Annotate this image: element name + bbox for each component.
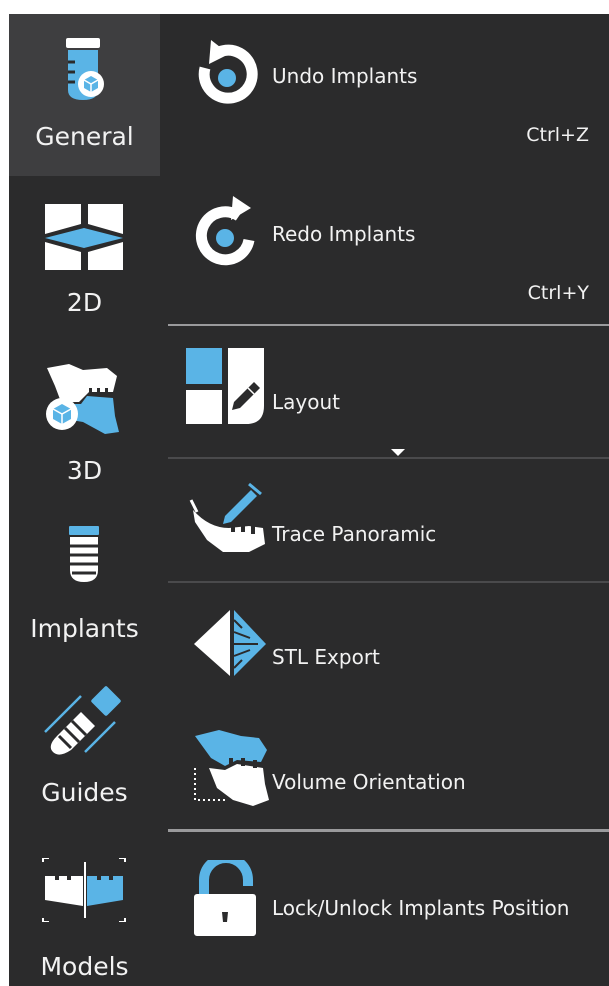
volume-orientation-button[interactable]: Volume Orientation xyxy=(177,706,609,828)
3d-jaw-cube-icon xyxy=(9,362,160,444)
trace-panoramic-button[interactable]: Trace Panoramic xyxy=(177,460,609,580)
stl-export-button[interactable]: STL Export xyxy=(177,586,609,706)
divider xyxy=(168,324,609,326)
nav-label: 2D xyxy=(66,288,103,317)
unlock-icon xyxy=(194,853,260,940)
undo-label: Undo Implants xyxy=(272,64,418,88)
guide-drill-icon xyxy=(9,686,160,768)
nav-item-general[interactable]: General xyxy=(9,14,160,176)
nav-label: General xyxy=(35,122,134,151)
undo-icon xyxy=(191,40,261,114)
redo-shortcut: Ctrl+Y xyxy=(527,282,589,304)
divider xyxy=(168,581,609,583)
divider xyxy=(168,829,609,832)
trace-panoramic-icon xyxy=(189,482,269,562)
nav-item-implants[interactable]: Implants xyxy=(9,500,160,662)
nav-label: Models xyxy=(40,952,129,981)
layout-edit-icon xyxy=(186,348,266,432)
undo-shortcut: Ctrl+Z xyxy=(526,124,589,146)
2d-panels-icon xyxy=(9,204,160,280)
lock-unlock-label: Lock/Unlock Implants Position xyxy=(272,896,570,920)
nav-item-guides[interactable]: Guides xyxy=(9,662,160,824)
layout-label: Layout xyxy=(272,390,340,414)
redo-implants-button[interactable]: Redo Implants Ctrl+Y xyxy=(177,174,609,324)
layout-button[interactable]: Layout xyxy=(177,328,609,456)
stl-export-label: STL Export xyxy=(272,645,380,669)
nav-item-3d[interactable]: 3D xyxy=(9,338,160,500)
nav-label: Implants xyxy=(30,614,139,643)
undo-implants-button[interactable]: Undo Implants Ctrl+Z xyxy=(177,14,609,174)
implant-cube-icon xyxy=(9,38,160,114)
volume-orientation-label: Volume Orientation xyxy=(272,770,466,794)
ribbon-panel: General 2D 3D Implants Guides Models Und… xyxy=(9,14,609,986)
redo-label: Redo Implants xyxy=(272,222,416,246)
model-split-icon xyxy=(9,857,160,928)
volume-orientation-icon xyxy=(189,728,273,812)
nav-item-2d[interactable]: 2D xyxy=(9,176,160,338)
lock-unlock-implants-position-button[interactable]: Lock/Unlock Implants Position xyxy=(177,834,609,986)
divider xyxy=(168,457,609,459)
nav-label: Guides xyxy=(41,778,128,807)
redo-icon xyxy=(191,194,261,270)
stl-export-icon xyxy=(194,610,266,682)
nav-item-models[interactable]: Models xyxy=(9,824,160,986)
category-sidebar: General 2D 3D Implants Guides Models xyxy=(9,14,160,986)
implant-icon xyxy=(9,526,160,592)
nav-label: 3D xyxy=(66,456,103,485)
trace-panoramic-label: Trace Panoramic xyxy=(272,522,437,546)
